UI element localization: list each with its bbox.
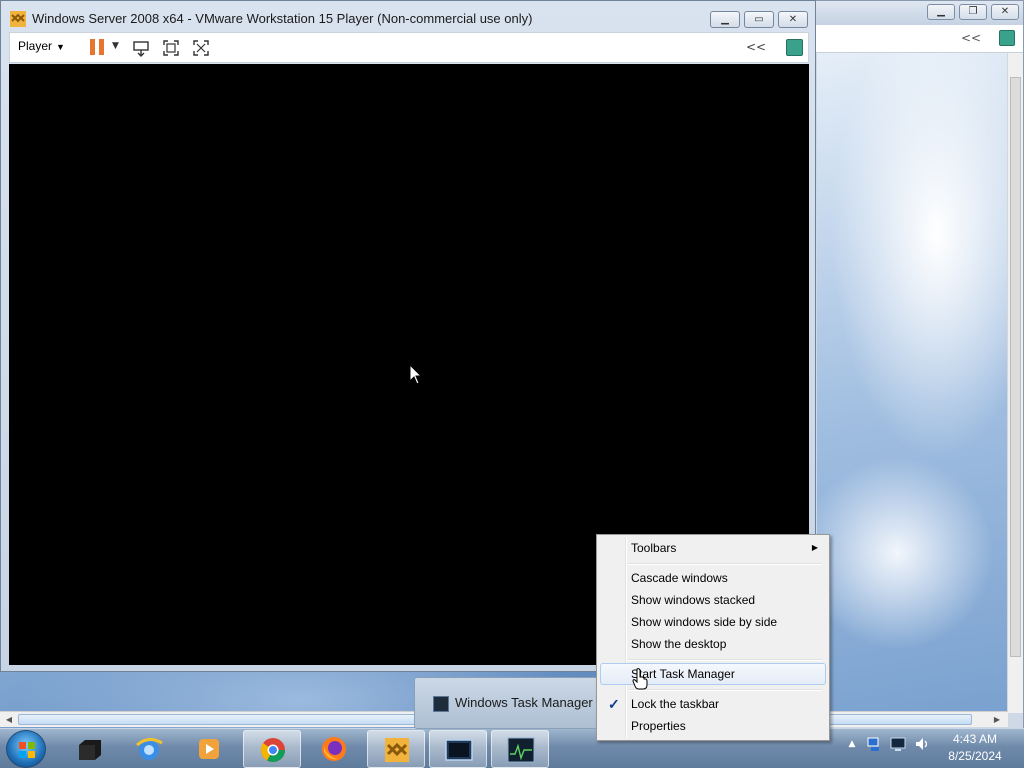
vmware-logo-icon [10,11,26,27]
taskbar-chrome[interactable] [243,730,301,768]
firefox-icon [322,737,346,761]
collapse-chevron-icon[interactable]: << [746,40,766,54]
menu-item-toolbars[interactable]: Toolbars ▶ [600,537,826,559]
task-manager-icon [507,737,535,763]
taskbar-thumbnail-popup[interactable]: Windows Task Manager [414,677,598,729]
full-screen-icon[interactable] [162,39,180,57]
menu-item-label: Lock the taskbar [631,697,720,711]
menu-item-label: Toolbars [631,541,677,555]
taskbar-server-manager[interactable] [60,730,118,768]
menu-item-label: Cascade windows [631,571,728,585]
pause-dropdown-icon[interactable]: ▼ [112,41,119,51]
vertical-scrollbar[interactable] [1007,53,1023,713]
taskbar-firefox[interactable] [305,730,363,768]
remote-desktop-icon [445,739,473,761]
menu-item-label: Properties [631,719,686,733]
chevron-down-icon: ▼ [56,42,65,52]
vmware-toolbar: Player ▼ ▼ << [9,32,809,63]
taskbar-remote-desktop[interactable] [429,730,487,768]
background-window-content [817,53,1009,713]
taskbar-vmware[interactable] [367,730,425,768]
network-icon[interactable] [866,736,882,752]
collapse-chevron-icon[interactable]: << [961,31,981,45]
pause-icon[interactable] [90,39,104,55]
menu-separator [628,659,822,661]
thumbnail-label: Windows Task Manager [455,695,593,710]
menu-item-properties[interactable]: Properties [600,715,826,737]
clock-date: 8/25/2024 [948,749,1002,763]
taskbar-clock[interactable]: 4:43 AM 8/25/2024 [930,731,1020,765]
player-menu-label: Player [18,39,53,53]
checkmark-icon: ✓ [608,696,620,712]
unity-mode-icon[interactable] [192,39,210,57]
notes-icon[interactable] [786,39,803,56]
taskbar-context-menu: Toolbars ▶ Cascade windows Show windows … [596,534,830,741]
submenu-arrow-icon: ▶ [811,543,818,552]
minimize-button[interactable]: ▁ [927,4,955,20]
mouse-cursor-icon [409,364,423,385]
menu-item-label: Show the desktop [631,637,727,651]
menu-item-label: Show windows side by side [631,615,778,629]
close-button[interactable]: ✕ [778,11,808,28]
close-button[interactable]: ✕ [991,4,1019,20]
windows-logo-icon [19,742,35,758]
internet-explorer-icon [136,738,163,760]
media-player-icon [199,739,219,759]
taskbar-media-player[interactable] [180,730,238,768]
menu-item-label: Show windows stacked [631,593,756,607]
menu-separator [628,563,822,565]
menu-item-show-the-desktop[interactable]: Show the desktop [600,633,826,655]
notes-icon[interactable] [999,30,1015,46]
vmware-icon [385,738,409,762]
menu-separator [628,689,822,691]
send-ctrl-alt-del-icon[interactable] [132,39,150,57]
minimize-button[interactable]: ▁ [710,11,740,28]
vmware-titlebar[interactable]: Windows Server 2008 x64 - VMware Worksta… [1,1,815,35]
taskbar-task-manager[interactable] [491,730,549,768]
scrollbar-thumb[interactable] [1010,77,1021,657]
player-menu-button[interactable]: Player ▼ [18,39,65,53]
menu-item-show-windows-side-by-side[interactable]: Show windows side by side [600,611,826,633]
chrome-icon [260,738,285,763]
window-title: Windows Server 2008 x64 - VMware Worksta… [32,11,533,26]
show-hidden-icons-icon[interactable]: ▲ [844,739,860,755]
clock-time: 4:43 AM [952,732,998,746]
task-manager-icon [433,696,449,712]
taskbar-internet-explorer[interactable] [120,730,178,768]
server-manager-icon [79,740,101,760]
menu-item-cascade-windows[interactable]: Cascade windows [600,567,826,589]
start-button[interactable] [6,730,46,768]
scroll-right-icon[interactable]: ▶ [990,713,1004,727]
monitor-icon[interactable] [890,736,906,752]
maximize-button[interactable]: ▭ [744,11,774,28]
restore-button[interactable]: ❐ [959,4,987,20]
hand-pointer-cursor-icon [632,668,648,690]
menu-item-lock-the-taskbar[interactable]: ✓ Lock the taskbar [600,693,826,715]
volume-icon[interactable] [914,736,930,752]
menu-item-show-windows-stacked[interactable]: Show windows stacked [600,589,826,611]
scroll-left-icon[interactable]: ◀ [2,713,16,727]
